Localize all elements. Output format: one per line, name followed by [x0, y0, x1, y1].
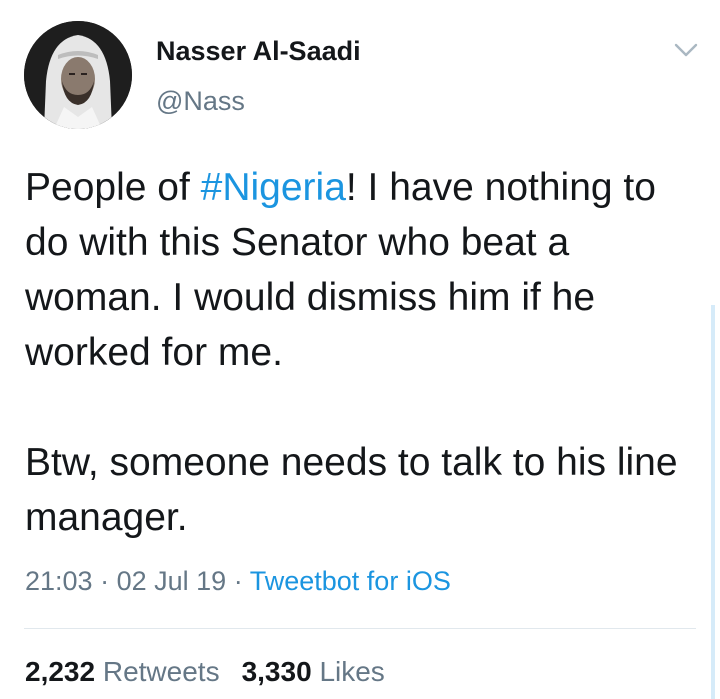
divider	[24, 628, 696, 629]
tweet-text-start: People of	[25, 166, 201, 209]
engagement-stats: 2,232 Retweets 3,330 Likes	[25, 656, 407, 688]
display-name[interactable]: Nasser Al-Saadi	[156, 36, 361, 67]
retweets-stat[interactable]: 2,232 Retweets	[25, 656, 220, 687]
tweet-text: People of #Nigeria! I have nothing to do…	[25, 160, 705, 545]
tweet-date: 02 Jul 19	[116, 566, 227, 596]
retweets-label: Retweets	[102, 656, 220, 687]
likes-count: 3,330	[241, 656, 312, 687]
avatar[interactable]	[24, 21, 132, 129]
tweet-time: 21:03	[25, 566, 93, 596]
hashtag-link[interactable]: #Nigeria	[201, 166, 346, 209]
meta-separator: ·	[100, 566, 110, 596]
tweet-source-link[interactable]: Tweetbot for iOS	[250, 566, 451, 596]
tweet-metadata: 21:03 · 02 Jul 19 · Tweetbot for iOS	[25, 566, 451, 597]
likes-label: Likes	[319, 656, 385, 687]
tweet-paragraph-2: Btw, someone needs to talk to his line m…	[25, 441, 678, 539]
retweets-count: 2,232	[25, 656, 96, 687]
scrollbar[interactable]	[711, 305, 715, 699]
meta-separator: ·	[233, 566, 243, 596]
tweet-paragraph-1: People of #Nigeria! I have nothing to do…	[25, 160, 705, 380]
user-handle[interactable]: @Nass	[156, 86, 245, 117]
chevron-down-icon[interactable]	[672, 38, 700, 62]
likes-stat[interactable]: 3,330 Likes	[242, 656, 385, 687]
